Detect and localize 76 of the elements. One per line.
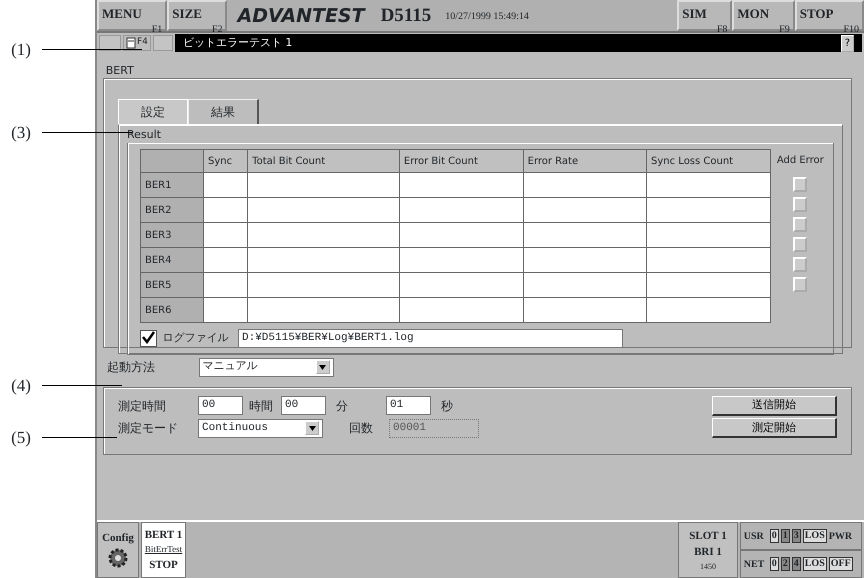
test-name: BitErrTest bbox=[144, 543, 182, 556]
field-label: 測定時間 bbox=[118, 398, 167, 414]
field-label: 起動方法 bbox=[107, 359, 156, 376]
indicator-light: 2 bbox=[780, 557, 790, 571]
row-header: BER3 bbox=[140, 222, 204, 248]
add-error-button[interactable] bbox=[793, 217, 808, 232]
tab[interactable]: 結果 bbox=[188, 98, 259, 124]
column-header: Error Bit Count bbox=[399, 150, 524, 172]
column-header: Sync Loss Count bbox=[646, 150, 770, 172]
input-field[interactable]: D:¥D5115¥BER¥Log¥BERT1.log bbox=[238, 328, 623, 348]
document-icon bbox=[126, 37, 136, 49]
table-cell bbox=[203, 272, 248, 298]
column-header: Add Error bbox=[776, 154, 825, 168]
date-time: 10/27/1999 15:49:14 bbox=[444, 10, 530, 24]
row-header: BER1 bbox=[140, 172, 204, 198]
brand-logo: ADVANTEST bbox=[235, 4, 367, 29]
help-button[interactable]: ? bbox=[840, 34, 854, 52]
column-header: Error Rate bbox=[523, 150, 647, 172]
led-label: USR bbox=[744, 530, 765, 544]
start-measure-button[interactable]: 測定開始 bbox=[712, 418, 837, 438]
group-label: Result bbox=[127, 126, 162, 142]
add-error-button[interactable] bbox=[793, 177, 808, 192]
indicator-light: LOS bbox=[802, 529, 827, 543]
code-label: 1450 bbox=[700, 560, 716, 572]
row-header: BER2 bbox=[140, 198, 204, 222]
led-label: NET bbox=[744, 558, 766, 572]
add-error-button[interactable] bbox=[793, 277, 808, 292]
column-header: Sync bbox=[203, 150, 248, 172]
module-name: BERT 1 bbox=[144, 528, 182, 543]
add-error-button[interactable] bbox=[793, 257, 808, 272]
callout-label: (4) bbox=[10, 375, 32, 397]
table-header bbox=[140, 150, 204, 172]
row-header: BER4 bbox=[140, 248, 204, 272]
line-label: BRI 1 bbox=[694, 545, 722, 560]
tab[interactable]: 設定 bbox=[118, 98, 188, 124]
window-title: ビットエラーテスト 1 bbox=[182, 34, 292, 51]
dropdown[interactable]: Continuous bbox=[198, 418, 323, 438]
table-cell bbox=[203, 222, 248, 248]
column-header: Total Bit Count bbox=[248, 150, 400, 172]
input-field[interactable]: 00 bbox=[281, 396, 326, 415]
table-cell bbox=[203, 198, 248, 222]
start-send-button[interactable]: 送信開始 bbox=[712, 396, 837, 416]
table-cell bbox=[203, 298, 248, 322]
indicator-light: 0 bbox=[770, 557, 779, 571]
state-label: STOP bbox=[149, 558, 178, 573]
input-field[interactable]: 01 bbox=[386, 396, 431, 415]
indicator-label: OFF bbox=[828, 557, 853, 571]
config-button[interactable]: Config bbox=[97, 522, 139, 578]
group-label: BERT bbox=[104, 63, 135, 79]
indicator-light: 3 bbox=[792, 529, 801, 543]
table-cell bbox=[203, 172, 248, 198]
field-label: 測定モード bbox=[118, 420, 179, 438]
add-error-button[interactable] bbox=[793, 237, 808, 252]
field-label: 分 bbox=[336, 398, 349, 414]
input-field[interactable]: 00 bbox=[198, 396, 243, 415]
callout-label: (1) bbox=[10, 39, 32, 61]
callout-label: (5) bbox=[10, 427, 32, 449]
row-header: BER5 bbox=[140, 272, 204, 298]
indicator-light: 4 bbox=[792, 557, 801, 571]
model-name: D5115 bbox=[380, 4, 432, 28]
table-cell bbox=[203, 248, 248, 272]
add-error-button[interactable] bbox=[793, 197, 808, 212]
field-label: 回数 bbox=[349, 420, 374, 438]
field-label: 秒 bbox=[441, 398, 454, 414]
save-button[interactable]: F4 bbox=[123, 35, 151, 51]
indicator-label: PWR bbox=[828, 530, 852, 544]
checkbox[interactable] bbox=[140, 330, 157, 346]
row-header: BER6 bbox=[140, 298, 204, 322]
slot-label: SLOT 1 bbox=[689, 528, 727, 544]
indicator-light: 0 bbox=[770, 529, 779, 543]
field-label: 時間 bbox=[249, 398, 274, 414]
field-label: ログファイル bbox=[162, 330, 230, 346]
indicator-light: LOS bbox=[802, 557, 827, 571]
dropdown[interactable]: マニュアル bbox=[198, 358, 334, 376]
callout-label: (3) bbox=[10, 122, 32, 144]
indicator-light: 1 bbox=[780, 529, 790, 543]
